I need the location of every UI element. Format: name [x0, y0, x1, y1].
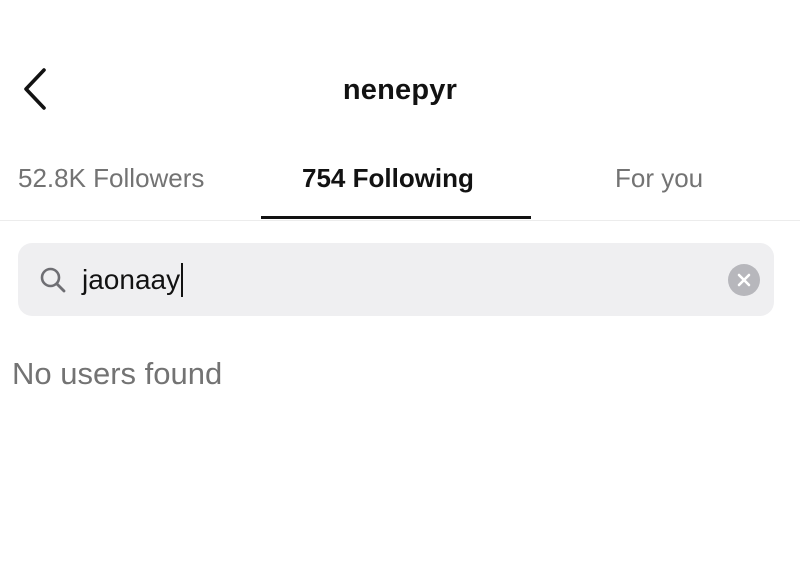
follow-tabs: 52.8K Followers 754 Following For you [0, 150, 800, 221]
tab-for-you[interactable]: For you [615, 158, 703, 214]
search-bar[interactable]: jaonaay [18, 243, 774, 316]
page-title: nenepyr [342, 74, 458, 106]
active-tab-indicator [261, 216, 531, 219]
clear-search-button[interactable] [728, 264, 760, 296]
clear-icon [737, 273, 751, 287]
header: nenepyr [0, 0, 800, 150]
empty-results-message: No users found [12, 356, 223, 391]
text-cursor [181, 262, 184, 297]
tab-following[interactable]: 754 Following [302, 158, 474, 214]
search-icon [40, 267, 66, 293]
search-input[interactable]: jaonaay [82, 260, 184, 300]
search-input-value: jaonaay [82, 264, 181, 295]
tab-followers[interactable]: 52.8K Followers [18, 158, 204, 214]
